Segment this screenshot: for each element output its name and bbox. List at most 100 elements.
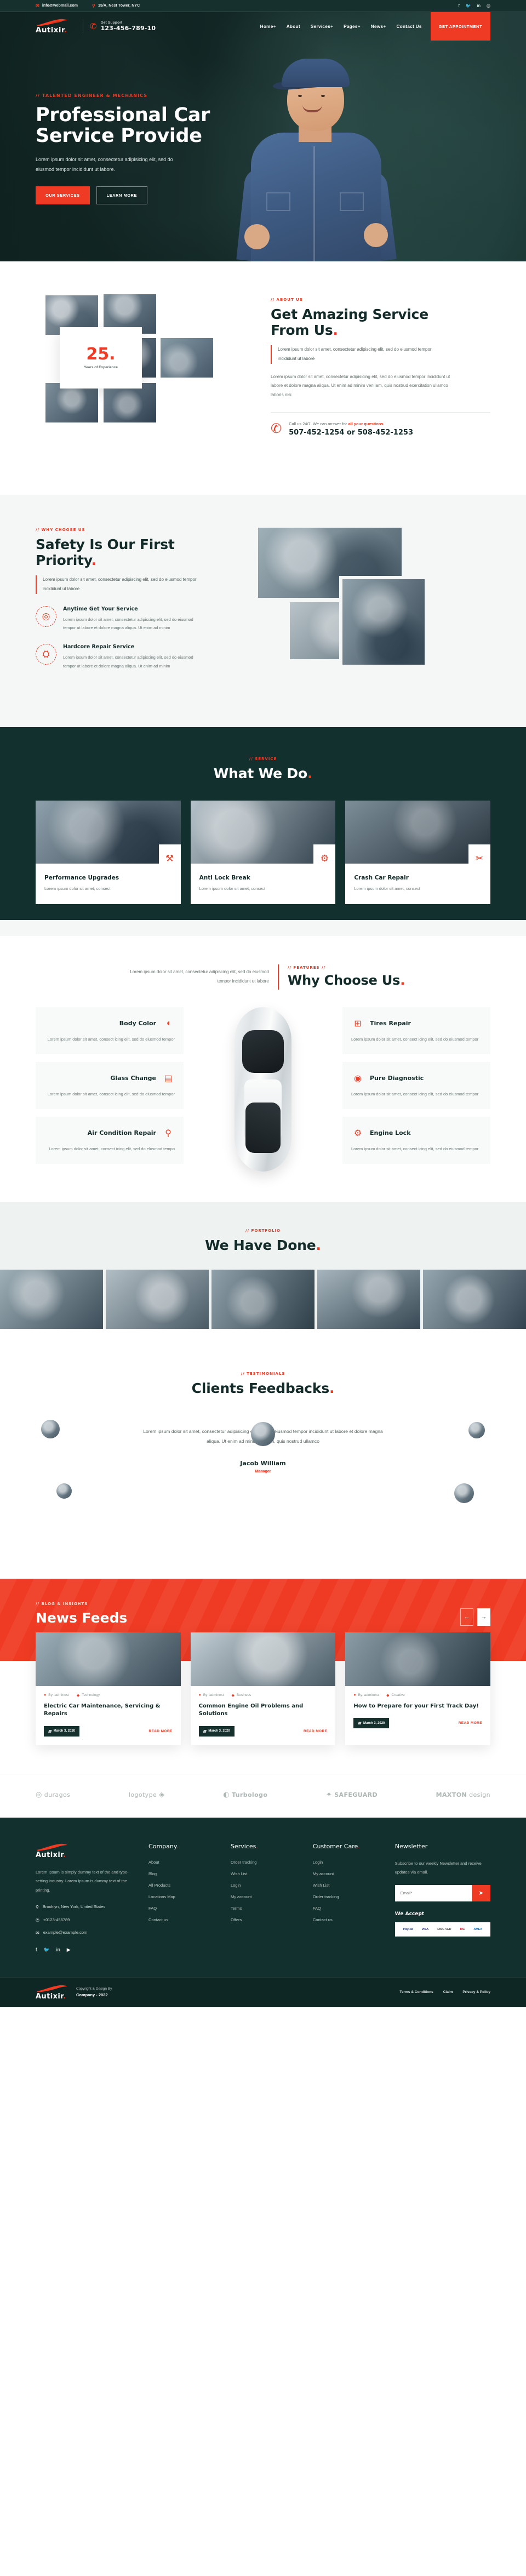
footer-bottom-links: Terms & Conditions Claim Privacy & Polic… <box>399 1990 490 1994</box>
nav-item-news[interactable]: News+ <box>371 24 386 29</box>
service-card[interactable]: ⚙ Anti Lock Break Lorem ipsum dolor sit … <box>190 800 336 904</box>
linkedin-icon[interactable]: in <box>477 3 481 8</box>
instagram-icon[interactable]: ◎ <box>487 3 490 8</box>
footer-link[interactable]: Login <box>313 1860 381 1865</box>
portfolio-section: // PORTFOLIO We Have Done. <box>0 1202 526 1352</box>
news-card-title: Common Engine Oil Problems and Solutions <box>198 1703 304 1717</box>
footer-email[interactable]: ✉ example@example.com <box>36 1929 134 1937</box>
footer-link[interactable]: Order tracking <box>313 1894 381 1899</box>
portfolio-item[interactable] <box>211 1270 315 1329</box>
support-label: Get Support <box>100 21 123 25</box>
why-divider <box>277 964 279 990</box>
about-text: // ABOUT US Get Amazing Service From Us.… <box>271 295 490 460</box>
topbar: ✉ info@webmail.com ⚲ 15/A, Nest Tower, N… <box>0 0 526 12</box>
youtube-icon[interactable]: ▶ <box>67 1947 71 1953</box>
user-icon: ● <box>44 1693 47 1697</box>
about-title-line1: Get Amazing Service <box>271 306 429 322</box>
portfolio-item[interactable] <box>0 1270 103 1329</box>
nav-item-pages[interactable]: Pages+ <box>344 24 361 29</box>
why-header: Lorem ipsum dolor sit amet, consectetur … <box>36 964 490 990</box>
topbar-email[interactable]: ✉ info@webmail.com <box>36 3 78 8</box>
privacy-policy-link[interactable]: Privacy & Policy <box>462 1990 490 1994</box>
footer-newsletter-column: Newsletter Subscribe to our weekly Newsl… <box>395 1843 490 1953</box>
linkedin-icon[interactable]: in <box>56 1947 60 1953</box>
copyright: Copyright & Design By Company - 2022 <box>76 1987 112 1997</box>
facebook-icon[interactable]: f <box>459 3 460 8</box>
phone-icon: ✆ <box>90 21 97 31</box>
nav-item-services[interactable]: Services+ <box>311 24 333 29</box>
terms-and-conditions-link[interactable]: Terms & Conditions <box>399 1990 433 1994</box>
footer-link[interactable]: Contact us <box>313 1917 381 1922</box>
service-card-text: Lorem ipsum dolor sit amet, consect <box>354 886 420 891</box>
why-card-pure-diagnostic[interactable]: ◉ Pure Diagnostic Lorem ipsum dolor sit a… <box>342 1061 490 1109</box>
about-section: 25. Years of Experience // ABOUT US Get … <box>0 261 526 495</box>
footer-logo[interactable]: Autixir. <box>36 1843 134 1859</box>
portfolio-item[interactable] <box>423 1270 526 1329</box>
footer-phone[interactable]: ✆ +0123-456789 <box>36 1917 134 1924</box>
news-read-more-link[interactable]: READ MORE <box>459 1721 482 1725</box>
hero-title: Professional Car Service Provide <box>36 105 222 147</box>
news-next-button[interactable]: → <box>477 1608 490 1626</box>
hero-title-line2: Service Provide <box>36 124 202 147</box>
nav-item-home[interactable]: Home+ <box>260 24 276 29</box>
footer-link[interactable]: Locations Map <box>148 1894 216 1899</box>
footer-link[interactable]: All Products <box>148 1883 216 1888</box>
footer-link[interactable]: Wish List <box>231 1871 299 1876</box>
news-prev-button[interactable]: ← <box>460 1608 473 1626</box>
footer-bottom-logo[interactable]: Autixir. <box>36 1984 68 2000</box>
why-card-glass-change[interactable]: Glass Change ▤ Lorem ipsum dolor sit amet… <box>36 1061 184 1109</box>
our-services-button[interactable]: OUR SERVICES <box>36 186 90 204</box>
portfolio-item[interactable] <box>317 1270 420 1329</box>
newsletter-submit-button[interactable]: ➤ <box>472 1884 490 1901</box>
service-card-text: Lorem ipsum dolor sit amet, consect <box>44 886 111 891</box>
hero-eyebrow: // TALENTED ENGINEER & MECHANICS <box>36 93 148 98</box>
footer-link[interactable]: Terms <box>231 1906 299 1911</box>
footer-link[interactable]: Blog <box>148 1871 216 1876</box>
get-appointment-button[interactable]: GET APPOINTMENT <box>430 12 490 41</box>
footer-link[interactable]: Order tracking <box>231 1860 299 1865</box>
topbar-address[interactable]: ⚲ 15/A, Nest Tower, NYC <box>92 3 140 8</box>
avatar <box>56 1483 72 1499</box>
turbologo-mark-icon: ◐ <box>223 1790 230 1799</box>
service-card[interactable]: ⚒ Performance Upgrades Lorem ipsum dolor… <box>36 800 181 904</box>
news-card[interactable]: ● By: adminest ◆ Business Common Engine Oi… <box>190 1632 336 1745</box>
send-icon: ➤ <box>478 1890 484 1897</box>
twitter-icon[interactable]: 🐦 <box>466 3 471 8</box>
facebook-icon[interactable]: f <box>36 1947 37 1953</box>
footer-link[interactable]: Wish List <box>313 1883 381 1888</box>
header-support[interactable]: ✆ Get Support 123-456-789-10 <box>90 21 156 32</box>
news-card[interactable]: ● By: adminest ◆ Creative How to Prepare f… <box>345 1632 491 1745</box>
news-card[interactable]: ● By: adminest ◆ Technology Electric Car M… <box>36 1632 181 1745</box>
footer-link[interactable]: My account <box>313 1871 381 1876</box>
portfolio-item[interactable] <box>106 1270 209 1329</box>
about-title-line2: From Us <box>271 322 333 338</box>
claim-link[interactable]: Claim <box>443 1990 453 1994</box>
footer-link[interactable]: Contact us <box>148 1917 216 1922</box>
newsletter-email-input[interactable] <box>395 1884 472 1901</box>
news-read-more-link[interactable]: READ MORE <box>148 1729 172 1733</box>
footer-link[interactable]: FAQ <box>148 1906 216 1911</box>
nav-item-contact-us[interactable]: Contact Us <box>396 24 421 29</box>
mastercard-icon: MC <box>460 1927 465 1931</box>
footer-column-customer-care: Customer Care. Login My account Wish Lis… <box>313 1843 381 1953</box>
why-card-tires-repair[interactable]: ⊞ Tires Repair Lorem ipsum dolor sit amet… <box>342 1007 490 1054</box>
service-card[interactable]: ✂ Crash Car Repair Lorem ipsum dolor sit… <box>345 800 491 904</box>
footer-link[interactable]: Offers <box>231 1917 299 1922</box>
news-read-more-link[interactable]: READ MORE <box>304 1729 327 1733</box>
safety-section: // WHY CHOOSE US Safety Is Our First Pri… <box>0 495 526 727</box>
why-card-engine-lock[interactable]: ⚙ Engine Lock Lorem ipsum dolor sit amet,… <box>342 1116 490 1164</box>
learn-more-button[interactable]: LEARN MORE <box>96 186 147 204</box>
mechanic-tools-icon: ⚒ <box>158 844 181 873</box>
car-top-view-image <box>191 1007 335 1172</box>
twitter-icon[interactable]: 🐦 <box>44 1947 50 1953</box>
about-phone-numbers[interactable]: 507-452-1254 or 508-452-1253 <box>289 429 413 437</box>
footer-link[interactable]: FAQ <box>313 1906 381 1911</box>
nav-item-about[interactable]: About <box>287 24 300 29</box>
footer-link[interactable]: My account <box>231 1894 299 1899</box>
why-card-body-color[interactable]: Body Color ◖ Lorem ipsum dolor sit amet, … <box>36 1007 184 1054</box>
footer-link[interactable]: Login <box>231 1883 299 1888</box>
logo[interactable]: Autixir. <box>36 18 78 35</box>
footer-link[interactable]: About <box>148 1860 216 1865</box>
news-cards: ● By: adminest ◆ Technology Electric Car M… <box>36 1632 491 1774</box>
why-card-air-condition-repair[interactable]: Air Condition Repair ⚲ Lorem ipsum dolor … <box>36 1116 184 1164</box>
